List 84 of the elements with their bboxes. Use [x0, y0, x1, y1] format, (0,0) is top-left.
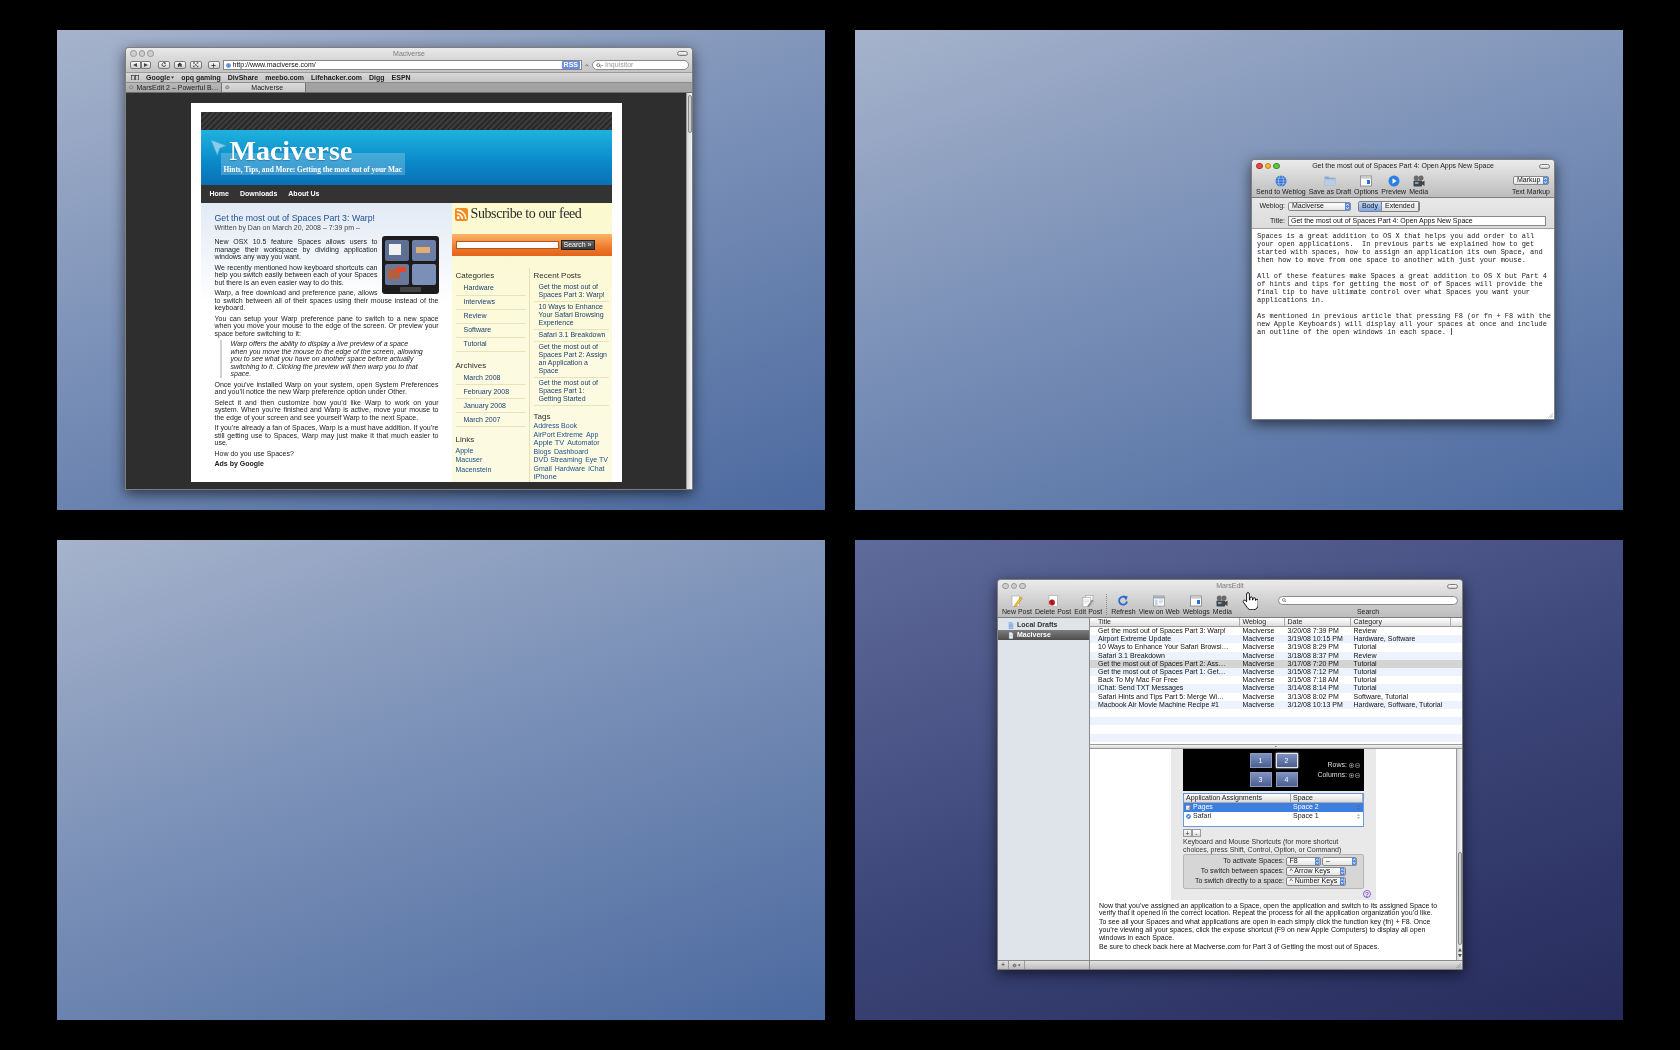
document-icon — [1008, 631, 1014, 639]
toolbar-toggle-button[interactable] — [1539, 163, 1550, 169]
folder-icon — [1323, 174, 1336, 187]
popup-arrows-icon — [1315, 858, 1320, 865]
widget-heading: Archives — [455, 360, 488, 370]
reload-button[interactable] — [157, 60, 170, 70]
camera-icon — [1216, 594, 1229, 607]
crossed-arrows-icon — [193, 62, 199, 68]
caret-icon — [171, 76, 175, 79]
zoom-button[interactable] — [1273, 162, 1280, 170]
body-text-area[interactable] — [1252, 229, 1554, 419]
back-button[interactable] — [130, 60, 141, 70]
minimize-button[interactable] — [1264, 162, 1272, 170]
widget-heading: Categories — [455, 271, 496, 280]
resize-grip-icon — [1547, 412, 1553, 418]
hand-cursor-icon — [1242, 592, 1258, 610]
plus-circle-icon — [1349, 762, 1354, 768]
widget-heading: Tags — [533, 411, 552, 421]
toolbar-button[interactable] — [189, 60, 202, 70]
scroll-up-icon — [1457, 948, 1462, 952]
search-field[interactable] — [1278, 595, 1458, 605]
pencil-icon — [1011, 594, 1023, 607]
zoom-button[interactable] — [1019, 582, 1026, 590]
stepper-icon — [1357, 804, 1360, 810]
browser-window-icon — [1153, 594, 1166, 607]
add-bookmark-button[interactable] — [207, 60, 220, 70]
window-icon — [1360, 174, 1373, 187]
site-title: Maciverse — [229, 137, 354, 165]
reload-icon — [161, 62, 167, 68]
document-icon — [1008, 621, 1014, 629]
globe-icon — [1274, 174, 1287, 187]
widget-heading: Recent Posts — [533, 271, 583, 280]
scroll-down-icon — [1457, 953, 1462, 957]
arrow-cursor-icon — [210, 140, 226, 155]
plus-icon — [211, 62, 216, 68]
close-icon — [129, 85, 134, 90]
play-icon — [1387, 174, 1400, 187]
chevron-up-icon — [585, 63, 589, 67]
popup-arrows-icon — [1351, 858, 1356, 865]
popup-arrows-icon — [1340, 878, 1345, 885]
space-desktop[interactable] — [855, 540, 1623, 1020]
plus-circle-icon — [1349, 772, 1354, 778]
minimize-button[interactable] — [138, 50, 146, 57]
bookmarks-icon — [131, 74, 139, 81]
refresh-icon — [1117, 594, 1130, 607]
settings-icon — [1012, 962, 1018, 968]
rss-icon — [454, 207, 468, 221]
back-icon — [133, 63, 138, 67]
popup-arrows-icon — [1345, 202, 1350, 210]
popup-arrows-icon — [1340, 868, 1345, 875]
search-icon — [596, 62, 603, 68]
subscribe-link[interactable]: Subscribe to our feed — [470, 205, 582, 223]
home-button[interactable] — [173, 60, 186, 70]
scroll-thumb[interactable] — [687, 95, 692, 133]
camera-icon — [1412, 174, 1425, 187]
search-icon — [1282, 597, 1287, 603]
toolbar-toggle-button[interactable] — [1447, 583, 1458, 589]
resize-grip-icon — [1455, 962, 1461, 968]
widget-heading: Links — [455, 435, 476, 444]
post-title[interactable]: Get the most out of Spaces Part 3: Warp! — [214, 213, 439, 224]
spaces-screenshot-drawing — [381, 236, 439, 294]
forward-button[interactable] — [140, 60, 151, 70]
close-button[interactable] — [1002, 582, 1009, 590]
minus-circle-icon — [1355, 772, 1360, 778]
split-handle[interactable] — [1090, 744, 1462, 749]
stepper-icon — [1357, 813, 1360, 819]
caret-icon — [1018, 963, 1021, 967]
home-icon — [177, 62, 183, 68]
compass-icon — [1186, 813, 1191, 819]
forward-icon — [143, 63, 148, 67]
popup-arrows-icon — [1542, 176, 1548, 184]
close-icon — [225, 85, 230, 90]
search-input[interactable] — [455, 241, 559, 249]
pages-icon — [1082, 594, 1095, 607]
space-desktop[interactable] — [57, 30, 825, 510]
toolbar-toggle-button[interactable] — [677, 51, 688, 56]
scroll-thumb[interactable] — [1457, 852, 1462, 945]
globe-icon — [225, 62, 231, 68]
bug-page-icon — [1047, 594, 1060, 607]
window-icon — [1190, 594, 1203, 607]
close-button[interactable] — [1256, 162, 1263, 170]
pen-icon — [1186, 804, 1191, 810]
minimize-button[interactable] — [1010, 582, 1018, 590]
minus-circle-icon — [1355, 762, 1360, 768]
